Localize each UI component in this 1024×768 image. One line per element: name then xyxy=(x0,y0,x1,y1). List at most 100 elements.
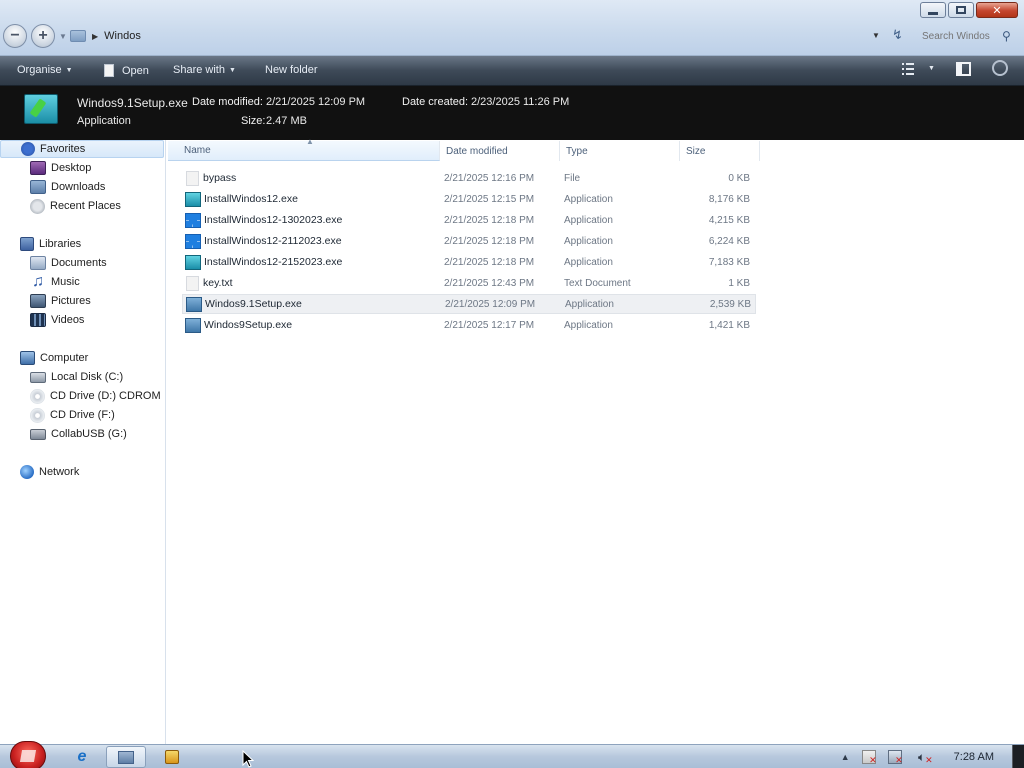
file-name: InstallWindos12-2112023.exe xyxy=(204,235,342,247)
file-row[interactable]: InstallWindos12-1302023.exe 2/21/2025 12… xyxy=(182,210,756,230)
nav-videos[interactable]: Videos xyxy=(0,311,84,329)
file-row[interactable]: InstallWindos12-2112023.exe 2/21/2025 12… xyxy=(182,231,756,251)
file-size: 8,176 KB xyxy=(708,193,750,205)
refresh-icon[interactable]: ↯ xyxy=(892,27,903,43)
file-size: 7,183 KB xyxy=(708,256,750,268)
breadcrumb-item[interactable]: Windos xyxy=(104,30,141,42)
nav-desktop[interactable]: Desktop xyxy=(0,159,91,177)
nav-computer[interactable]: Computer xyxy=(0,349,88,367)
nav-pictures[interactable]: Pictures xyxy=(0,292,91,310)
size-value: 2.47 MB xyxy=(266,115,307,127)
file-row-selected[interactable]: Windos9.1Setup.exe 2/21/2025 12:09 PM Ap… xyxy=(182,294,756,314)
installer-icon xyxy=(24,94,58,124)
close-icon: ✕ xyxy=(992,4,1002,17)
file-row[interactable]: Windos9Setup.exe 2/21/2025 12:17 PM Appl… xyxy=(182,315,756,335)
file-name: Windos9Setup.exe xyxy=(204,319,293,331)
nav-libraries[interactable]: Libraries xyxy=(0,235,81,253)
sort-ascending-icon: ▲ xyxy=(306,137,314,146)
maximize-button[interactable] xyxy=(948,2,974,18)
clock[interactable]: 7:28 AM xyxy=(954,751,994,763)
taskbar: e ▲ 🔈︎ 7:28 AM xyxy=(0,741,1024,768)
hard-disk-icon xyxy=(30,371,46,383)
nav-label: Videos xyxy=(51,314,85,326)
search-icon[interactable]: ⚲ xyxy=(1002,29,1011,43)
music-note-icon: ♫ xyxy=(32,273,44,290)
recent-pages-dropdown[interactable]: ▼ xyxy=(59,32,67,41)
documents-icon xyxy=(30,256,46,270)
nav-label: Desktop xyxy=(51,162,92,174)
close-button[interactable]: ✕ xyxy=(976,2,1018,18)
organise-menu[interactable]: Organise ▼ xyxy=(17,64,73,76)
column-header-size[interactable]: Size xyxy=(680,141,760,161)
file-row[interactable]: key.txt 2/21/2025 12:43 PM Text Document… xyxy=(182,273,756,293)
videos-film-icon xyxy=(30,313,46,327)
nav-cd-drive-d[interactable]: CD Drive (D:) CDROM xyxy=(0,387,161,405)
nav-downloads[interactable]: Downloads xyxy=(0,178,105,196)
nav-documents[interactable]: Documents xyxy=(0,254,107,272)
file-type: File xyxy=(564,172,581,184)
file-size: 4,215 KB xyxy=(708,214,750,226)
file-row[interactable]: InstallWindos12.exe 2/21/2025 12:15 PM A… xyxy=(182,189,756,209)
share-with-menu[interactable]: Share with ▼ xyxy=(173,64,236,76)
show-desktop-button[interactable] xyxy=(1012,745,1024,768)
navigation-pane: Favorites Desktop Downloads Recent Place… xyxy=(0,140,166,744)
nav-cd-drive-f[interactable]: CD Drive (F:) xyxy=(0,406,115,424)
nav-label: Pictures xyxy=(51,295,91,307)
back-button[interactable]: − xyxy=(3,24,27,48)
forward-arrow-icon: + xyxy=(38,27,48,44)
chevron-down-icon: ▼ xyxy=(65,66,73,74)
nav-network[interactable]: Network xyxy=(0,463,79,481)
file-type: Application xyxy=(564,214,613,226)
address-bar[interactable]: ▶ Windos xyxy=(70,25,890,47)
taskbar-media-player[interactable] xyxy=(152,746,192,768)
nav-label: Network xyxy=(39,466,80,478)
media-player-icon xyxy=(165,750,179,764)
file-type: Text Document xyxy=(564,277,631,289)
file-name-cell: InstallWindos12.exe xyxy=(182,191,444,207)
show-hidden-icons-icon[interactable]: ▲ xyxy=(841,752,850,762)
nav-favorites[interactable]: Favorites xyxy=(0,140,164,158)
breadcrumb-arrow-icon[interactable]: ▶ xyxy=(92,32,98,41)
minimize-button[interactable] xyxy=(920,2,946,18)
column-header-date-modified[interactable]: Date modified xyxy=(440,141,560,161)
chevron-down-icon: ▼ xyxy=(228,66,236,74)
network-status-icon[interactable] xyxy=(887,749,903,766)
size-label: Size: xyxy=(241,115,266,127)
help-icon[interactable] xyxy=(992,60,1008,76)
taskbar-internet-explorer[interactable]: e xyxy=(62,746,102,768)
change-view-icon[interactable] xyxy=(900,62,918,76)
search-input[interactable] xyxy=(922,30,998,42)
address-dropdown-icon[interactable]: ▼ xyxy=(872,31,880,40)
mouse-cursor-icon xyxy=(242,750,254,768)
volume-muted-icon[interactable]: 🔈︎ xyxy=(914,750,933,766)
new-folder-button[interactable]: New folder xyxy=(265,64,318,76)
file-row[interactable]: InstallWindos12-2152023.exe 2/21/2025 12… xyxy=(182,252,756,272)
file-name-cell: InstallWindos12-2112023.exe xyxy=(182,233,444,249)
nav-local-disk-c[interactable]: Local Disk (C:) xyxy=(0,368,123,386)
file-date: 2/21/2025 12:18 PM xyxy=(444,214,535,226)
views-dropdown-icon[interactable]: ▼ xyxy=(928,65,935,72)
forward-button[interactable]: + xyxy=(31,24,55,48)
nav-recent-places[interactable]: Recent Places xyxy=(0,197,121,215)
column-label: Type xyxy=(566,145,588,157)
window-controls: ✕ xyxy=(920,2,1018,18)
nav-label: Downloads xyxy=(51,181,106,193)
setup-icon xyxy=(185,254,201,270)
file-name: InstallWindos12.exe xyxy=(204,193,298,205)
nav-collabusb-g[interactable]: CollabUSB (G:) xyxy=(0,425,127,443)
nav-music[interactable]: ♫ Music xyxy=(0,273,80,291)
open-button[interactable]: Open xyxy=(104,64,149,77)
file-row[interactable]: bypass 2/21/2025 12:16 PM File 0 KB xyxy=(182,168,756,188)
search-box[interactable]: ⚲ xyxy=(922,26,1020,46)
column-header-type[interactable]: Type xyxy=(560,141,680,161)
column-header-name[interactable]: ▲ Name xyxy=(168,137,440,161)
taskbar-windows-explorer[interactable] xyxy=(106,746,146,768)
action-center-flag-icon[interactable] xyxy=(861,749,877,766)
details-header: Windos9.1Setup.exe Application Date modi… xyxy=(0,86,1024,140)
start-button[interactable] xyxy=(10,741,46,768)
file-name: Windos9.1Setup.exe xyxy=(205,298,302,310)
selected-file-name: Windos9.1Setup.exe xyxy=(77,96,188,110)
minimize-icon xyxy=(928,11,938,15)
windows-logo-icon xyxy=(185,233,201,249)
preview-pane-icon[interactable] xyxy=(956,62,971,76)
